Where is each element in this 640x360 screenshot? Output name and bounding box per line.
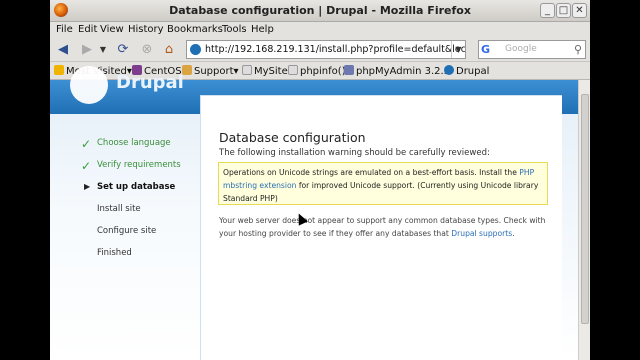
- reload-icon[interactable]: ⟳: [114, 41, 132, 59]
- menu-tools[interactable]: Tools: [222, 24, 247, 35]
- current-step-icon: ▶: [84, 182, 91, 191]
- menu-view[interactable]: View: [100, 24, 124, 35]
- search-icon[interactable]: ⚲: [574, 41, 582, 58]
- menu-history[interactable]: History: [128, 24, 164, 35]
- task-choose-language: ✓ Choose language: [81, 137, 171, 151]
- check-icon: ✓: [81, 159, 92, 173]
- page-icon: [288, 65, 298, 75]
- task-verify-requirements: ✓ Verify requirements: [81, 159, 181, 173]
- phpmyadmin-icon: [344, 65, 354, 75]
- search-placeholder: Google: [505, 44, 537, 54]
- drupal-logo-icon: [70, 66, 108, 104]
- bookmark-phpmyadmin[interactable]: phpMyAdmin 3.2.5: [344, 65, 450, 77]
- navigation-toolbar: ◀ ▶ ▼ ⟳ ⊗ ⌂ http://192.168.219.131/insta…: [50, 38, 590, 62]
- bookmark-drupal[interactable]: Drupal: [444, 65, 489, 77]
- search-input[interactable]: G Google ⚲: [478, 40, 586, 59]
- menu-file[interactable]: File: [56, 24, 73, 35]
- close-button[interactable]: ✕: [572, 3, 587, 18]
- menu-help[interactable]: Help: [251, 24, 274, 35]
- check-icon: ✓: [81, 137, 92, 151]
- menu-bookmarks[interactable]: Bookmarks: [167, 24, 223, 35]
- page-icon: [242, 65, 252, 75]
- browser-window: Database configuration | Drupal - Mozill…: [50, 0, 590, 360]
- history-dropdown-icon[interactable]: ▼: [94, 41, 112, 59]
- main-panel: Database configuration The following ins…: [200, 95, 562, 360]
- right-gutter: [562, 114, 578, 360]
- task-install-site: Install site: [97, 204, 141, 214]
- bookmark-mysite[interactable]: MySite: [242, 65, 288, 77]
- bookmark-phpinfo[interactable]: phpinfo(): [288, 65, 346, 77]
- page-subtitle: The following installation warning shoul…: [219, 148, 490, 158]
- star-icon: [54, 65, 64, 75]
- url-text: http://192.168.219.131/install.php?profi…: [205, 44, 466, 55]
- scrollbar-thumb[interactable]: [581, 94, 589, 324]
- menu-bar: File Edit View History Bookmarks Tools H…: [50, 22, 590, 38]
- menu-edit[interactable]: Edit: [78, 24, 97, 35]
- task-sidebar: [50, 114, 200, 360]
- drupal-supports-link[interactable]: Drupal supports: [451, 229, 512, 238]
- url-bar[interactable]: http://192.168.219.131/install.php?profi…: [186, 40, 466, 59]
- vertical-scrollbar[interactable]: [578, 80, 590, 360]
- task-configure-site: Configure site: [97, 226, 157, 236]
- minimize-button[interactable]: _: [540, 3, 555, 18]
- window-title: Database configuration | Drupal - Mozill…: [169, 4, 471, 17]
- bookmark-support[interactable]: Support▾: [182, 65, 239, 77]
- back-icon[interactable]: ◀: [54, 41, 72, 59]
- task-set-up-database: ▶ Set up database: [84, 182, 176, 192]
- google-icon[interactable]: G: [481, 42, 501, 57]
- home-icon[interactable]: ⌂: [160, 41, 178, 59]
- stop-icon[interactable]: ⊗: [138, 41, 156, 59]
- title-bar[interactable]: Database configuration | Drupal - Mozill…: [50, 0, 590, 22]
- maximize-button[interactable]: □: [556, 3, 571, 18]
- task-finished: Finished: [97, 248, 132, 258]
- warning-message: Operations on Unicode strings are emulat…: [218, 162, 548, 205]
- error-message: Your web server does not appear to suppo…: [219, 216, 546, 238]
- site-name: Drupal: [116, 72, 184, 93]
- screen: Database configuration | Drupal - Mozill…: [0, 0, 640, 360]
- drupal-icon: [444, 65, 454, 75]
- page-content: Drupal ✓ Choose language ✓ Verify requir…: [50, 66, 590, 360]
- page-title: Database configuration: [219, 130, 366, 145]
- drupal-favicon-icon: [190, 44, 201, 55]
- url-dropdown-icon[interactable]: ▼: [451, 41, 465, 58]
